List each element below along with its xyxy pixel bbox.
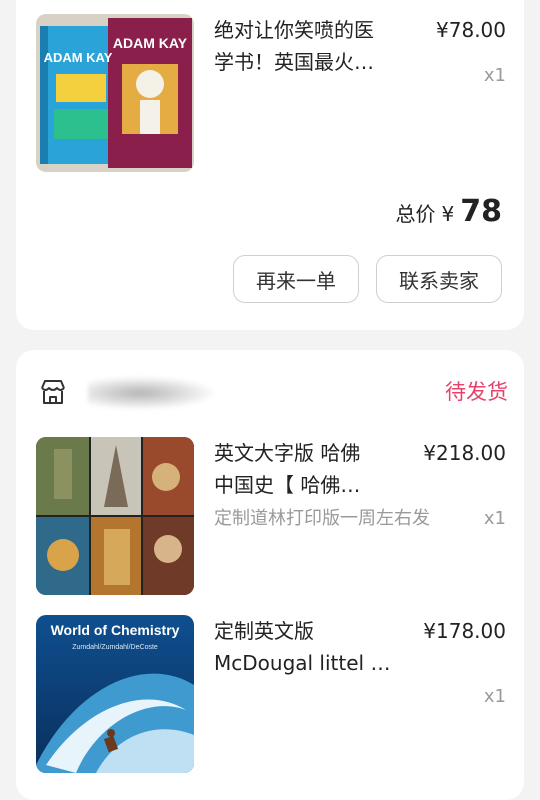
order-card: ADAM KAY ADAM KAY 绝对让你笑喷的医 学书！英国最火… ¥78.…: [16, 0, 524, 330]
reorder-button[interactable]: 再来一单: [233, 255, 359, 303]
product-spec: 定制道林打印版一周左右发: [214, 508, 430, 529]
product-price: ¥78.00: [436, 18, 506, 42]
product-quantity: x1: [483, 508, 506, 529]
order-card: 待发货 英文大字版 哈佛 中国史【 哈佛… ¥218.00 定制道林打印版一周左…: [16, 350, 524, 800]
shop-name[interactable]: [88, 376, 218, 410]
shop-icon: [38, 377, 68, 407]
product-thumbnail[interactable]: World of Chemistry Zumdahl/Zumdahl/DeCos…: [36, 615, 194, 773]
order-item[interactable]: World of Chemistry Zumdahl/Zumdahl/DeCos…: [36, 615, 506, 773]
product-thumbnail[interactable]: ADAM KAY ADAM KAY: [36, 14, 194, 172]
shop-header[interactable]: 待发货: [38, 372, 508, 412]
order-total: 总价 ¥ 78: [396, 194, 502, 234]
product-price: ¥178.00: [423, 619, 506, 643]
product-quantity: x1: [483, 65, 506, 86]
cover-author-text: ADAM KAY: [113, 35, 188, 51]
product-quantity: x1: [483, 686, 506, 707]
contact-seller-button[interactable]: 联系卖家: [376, 255, 502, 303]
product-title: 英文大字版 哈佛 中国史【 哈佛…: [214, 441, 361, 497]
cover-authors-text: Zumdahl/Zumdahl/DeCoste: [72, 644, 158, 651]
cover-title-text: World of Chemistry: [51, 622, 180, 638]
total-label: 总价: [395, 202, 436, 226]
product-price: ¥218.00: [423, 441, 506, 465]
order-item[interactable]: 英文大字版 哈佛 中国史【 哈佛… ¥218.00 定制道林打印版一周左右发 x…: [36, 437, 506, 595]
order-status: 待发货: [445, 380, 508, 404]
product-title: 绝对让你笑喷的医 学书！英国最火…: [214, 18, 374, 74]
cover-author-text: ADAM KAY: [44, 50, 113, 65]
total-currency: ¥: [441, 202, 455, 226]
total-amount: 78: [460, 194, 502, 229]
order-item[interactable]: ADAM KAY ADAM KAY 绝对让你笑喷的医 学书！英国最火… ¥78.…: [36, 14, 506, 172]
product-thumbnail[interactable]: [36, 437, 194, 595]
product-title: 定制英文版 McDougal littel …: [214, 619, 391, 675]
